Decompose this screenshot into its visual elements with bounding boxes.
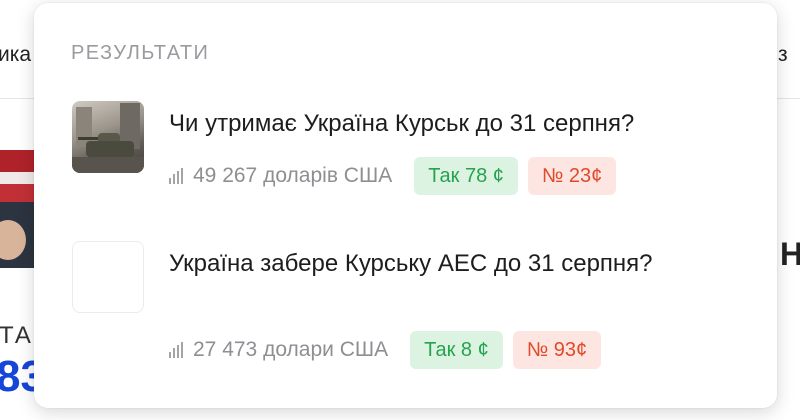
yes-price-button[interactable]: Так 78 ¢ bbox=[414, 157, 518, 195]
result-volume: 49 267 доларів США bbox=[193, 164, 393, 187]
background-heading-fragment: Н bbox=[780, 236, 800, 272]
result-title[interactable]: Україна забере Курську АЕС до 31 серпня? bbox=[169, 247, 729, 280]
result-meta: 49 267 доларів США Так 78 ¢ № 23¢ bbox=[169, 157, 617, 195]
result-title[interactable]: Чи утримає Україна Курськ до 31 серпня? bbox=[169, 107, 729, 140]
bar-chart-icon bbox=[169, 168, 183, 184]
background-nav-fragment-right: з bbox=[778, 43, 788, 66]
bar-chart-icon bbox=[169, 342, 183, 358]
result-meta: 27 473 долари США Так 8 ¢ № 93¢ bbox=[169, 331, 602, 369]
yes-price-button[interactable]: Так 8 ¢ bbox=[410, 331, 503, 369]
no-price-button[interactable]: № 23¢ bbox=[527, 157, 617, 195]
result-thumbnail[interactable] bbox=[72, 101, 144, 173]
background-article-image[interactable] bbox=[0, 150, 34, 268]
background-nav-fragment-left: ика bbox=[0, 43, 32, 66]
no-price-button[interactable]: № 93¢ bbox=[512, 331, 602, 369]
results-section-title: РЕЗУЛЬТАТИ bbox=[71, 42, 210, 64]
search-results-dropdown: РЕЗУЛЬТАТИ Чи утримає Україна Курськ до … bbox=[34, 3, 777, 408]
result-volume: 27 473 долари США bbox=[193, 338, 389, 361]
result-thumbnail[interactable] bbox=[72, 241, 144, 313]
